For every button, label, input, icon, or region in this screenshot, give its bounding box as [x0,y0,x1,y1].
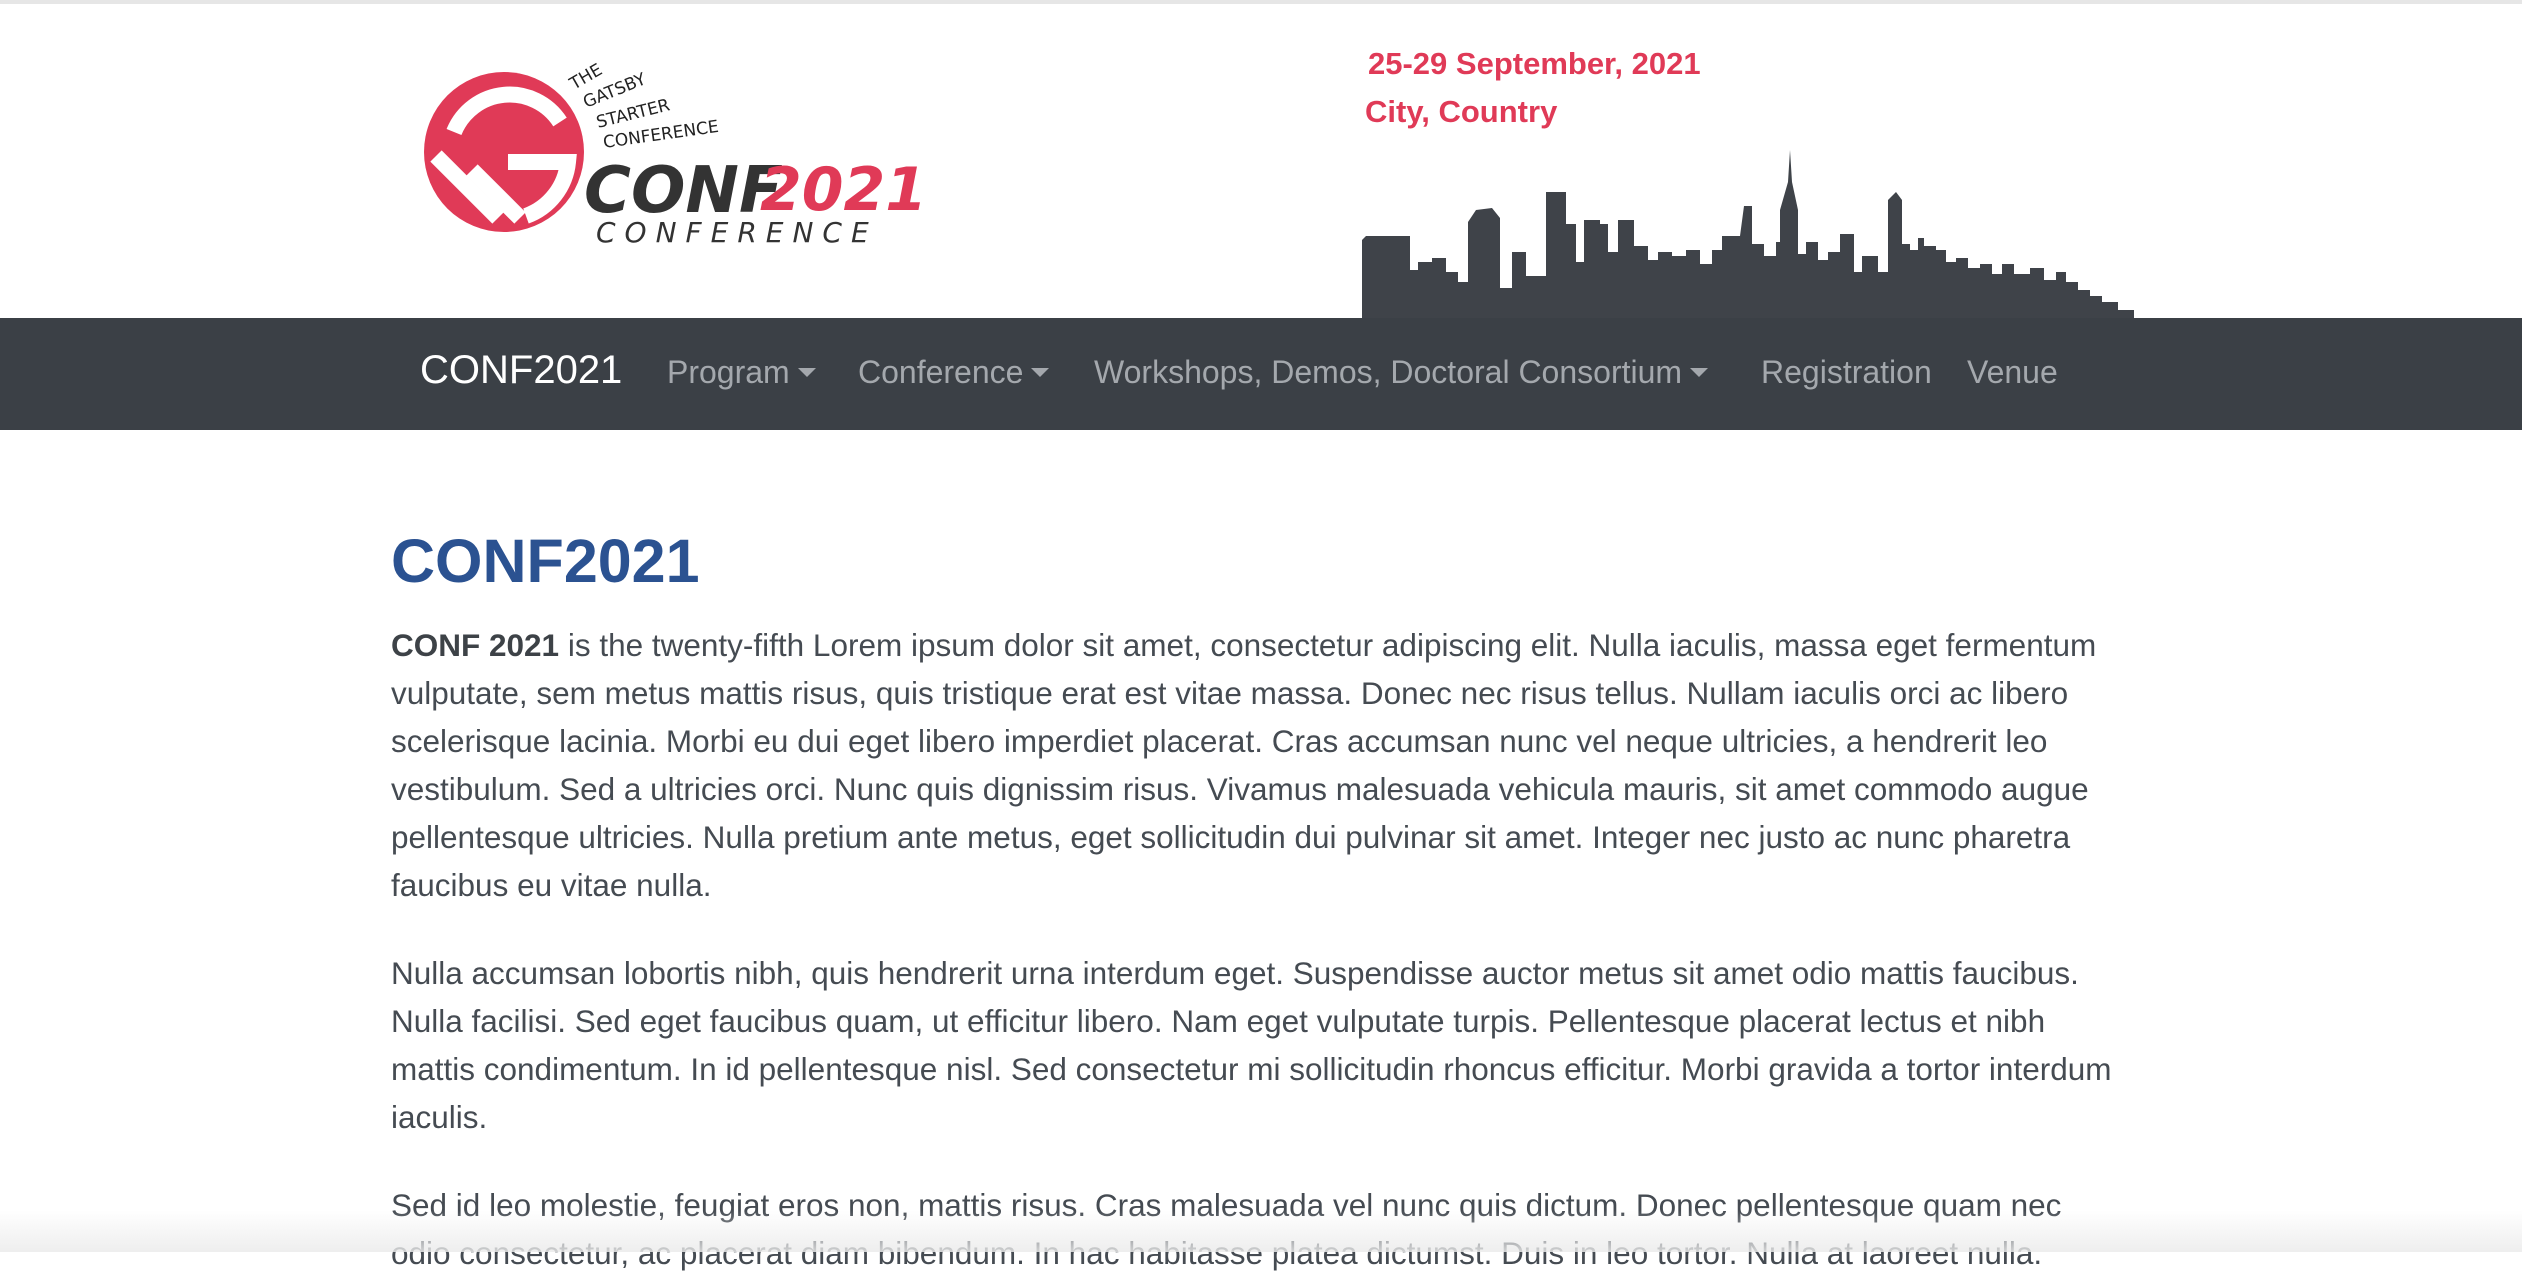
event-date: 25-29 September, 2021 [1368,46,1701,81]
gatsby-logo-icon: THE GATSBY STARTER CONFERENCE CONF 2021 … [424,60,927,249]
nav-item-workshops[interactable]: Workshops, Demos, Doctoral Consortium [1094,354,1709,391]
site-header: THE GATSBY STARTER CONFERENCE CONF 2021 … [0,4,2522,320]
body-paragraph-2: Nulla accumsan lobortis nibh, quis hendr… [391,955,2112,1135]
nav-item-label: Venue [1967,354,2058,390]
intro-text: is the twenty-fifth Lorem ipsum dolor si… [391,627,2097,903]
intro-lead: CONF 2021 [391,627,560,663]
logo-sub-text: CONFERENCE [596,216,878,249]
conference-logo[interactable]: THE GATSBY STARTER CONFERENCE CONF 2021 … [418,52,958,262]
nav-item-conference[interactable]: Conference [858,354,1050,391]
city-skyline-icon [1362,140,2134,320]
intro-paragraph: CONF 2021 is the twenty-fifth Lorem ipsu… [391,621,2121,909]
nav-item-label: Program [667,354,790,390]
main-navbar: CONF2021 Program Conference Workshops, D… [0,318,2522,430]
nav-item-label: Registration [1761,354,1932,390]
page-title: CONF2021 [391,527,700,595]
caret-down-icon [797,368,816,378]
navbar-brand[interactable]: CONF2021 [420,348,622,393]
nav-item-label: Workshops, Demos, Doctoral Consortium [1094,354,1683,390]
event-location: City, Country [1365,94,1558,129]
nav-item-program[interactable]: Program [667,354,816,391]
nav-item-venue[interactable]: Venue [1967,354,2058,391]
nav-item-registration[interactable]: Registration [1761,354,1932,391]
main-content: CONF2021 CONF 2021 is the twenty-fifth L… [391,430,2131,1271]
body-paragraph-3: Sed id leo molestie, feugiat eros non, m… [391,1187,2062,1271]
logo-year-text: 2021 [760,155,927,225]
caret-down-icon [1031,368,1050,378]
nav-item-label: Conference [858,354,1024,390]
caret-down-icon [1690,368,1709,378]
